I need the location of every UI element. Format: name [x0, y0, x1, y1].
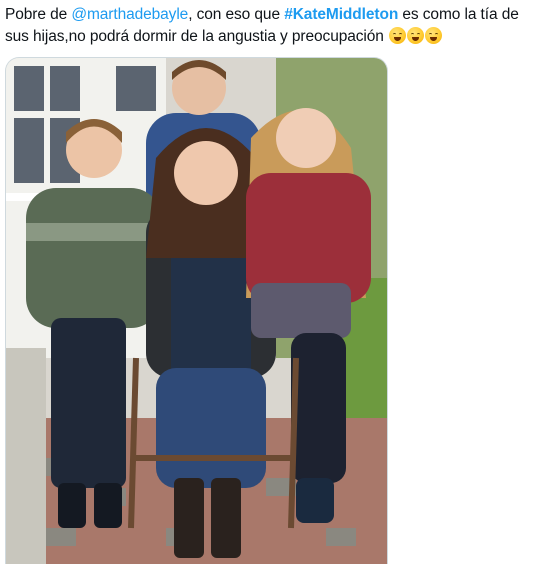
face-with-hand-over-mouth-icon [425, 27, 443, 44]
hashtag-link[interactable]: #KateMiddleton [284, 6, 398, 23]
tweet-text-middle: , con eso que [188, 6, 285, 23]
tweet-text-prefix: Pobre de [5, 6, 72, 23]
mention-link[interactable]: @marthadebayle [71, 6, 188, 23]
grinning-squinting-face-icon [389, 27, 407, 44]
tweet-text: Pobre de @marthadebayle, con eso que #Ka… [5, 4, 531, 48]
family-photo-image [6, 58, 387, 564]
thinking-face-icon [407, 27, 425, 44]
tweet-photo[interactable] [5, 57, 388, 564]
tweet: Pobre de @marthadebayle, con eso que #Ka… [0, 0, 536, 564]
